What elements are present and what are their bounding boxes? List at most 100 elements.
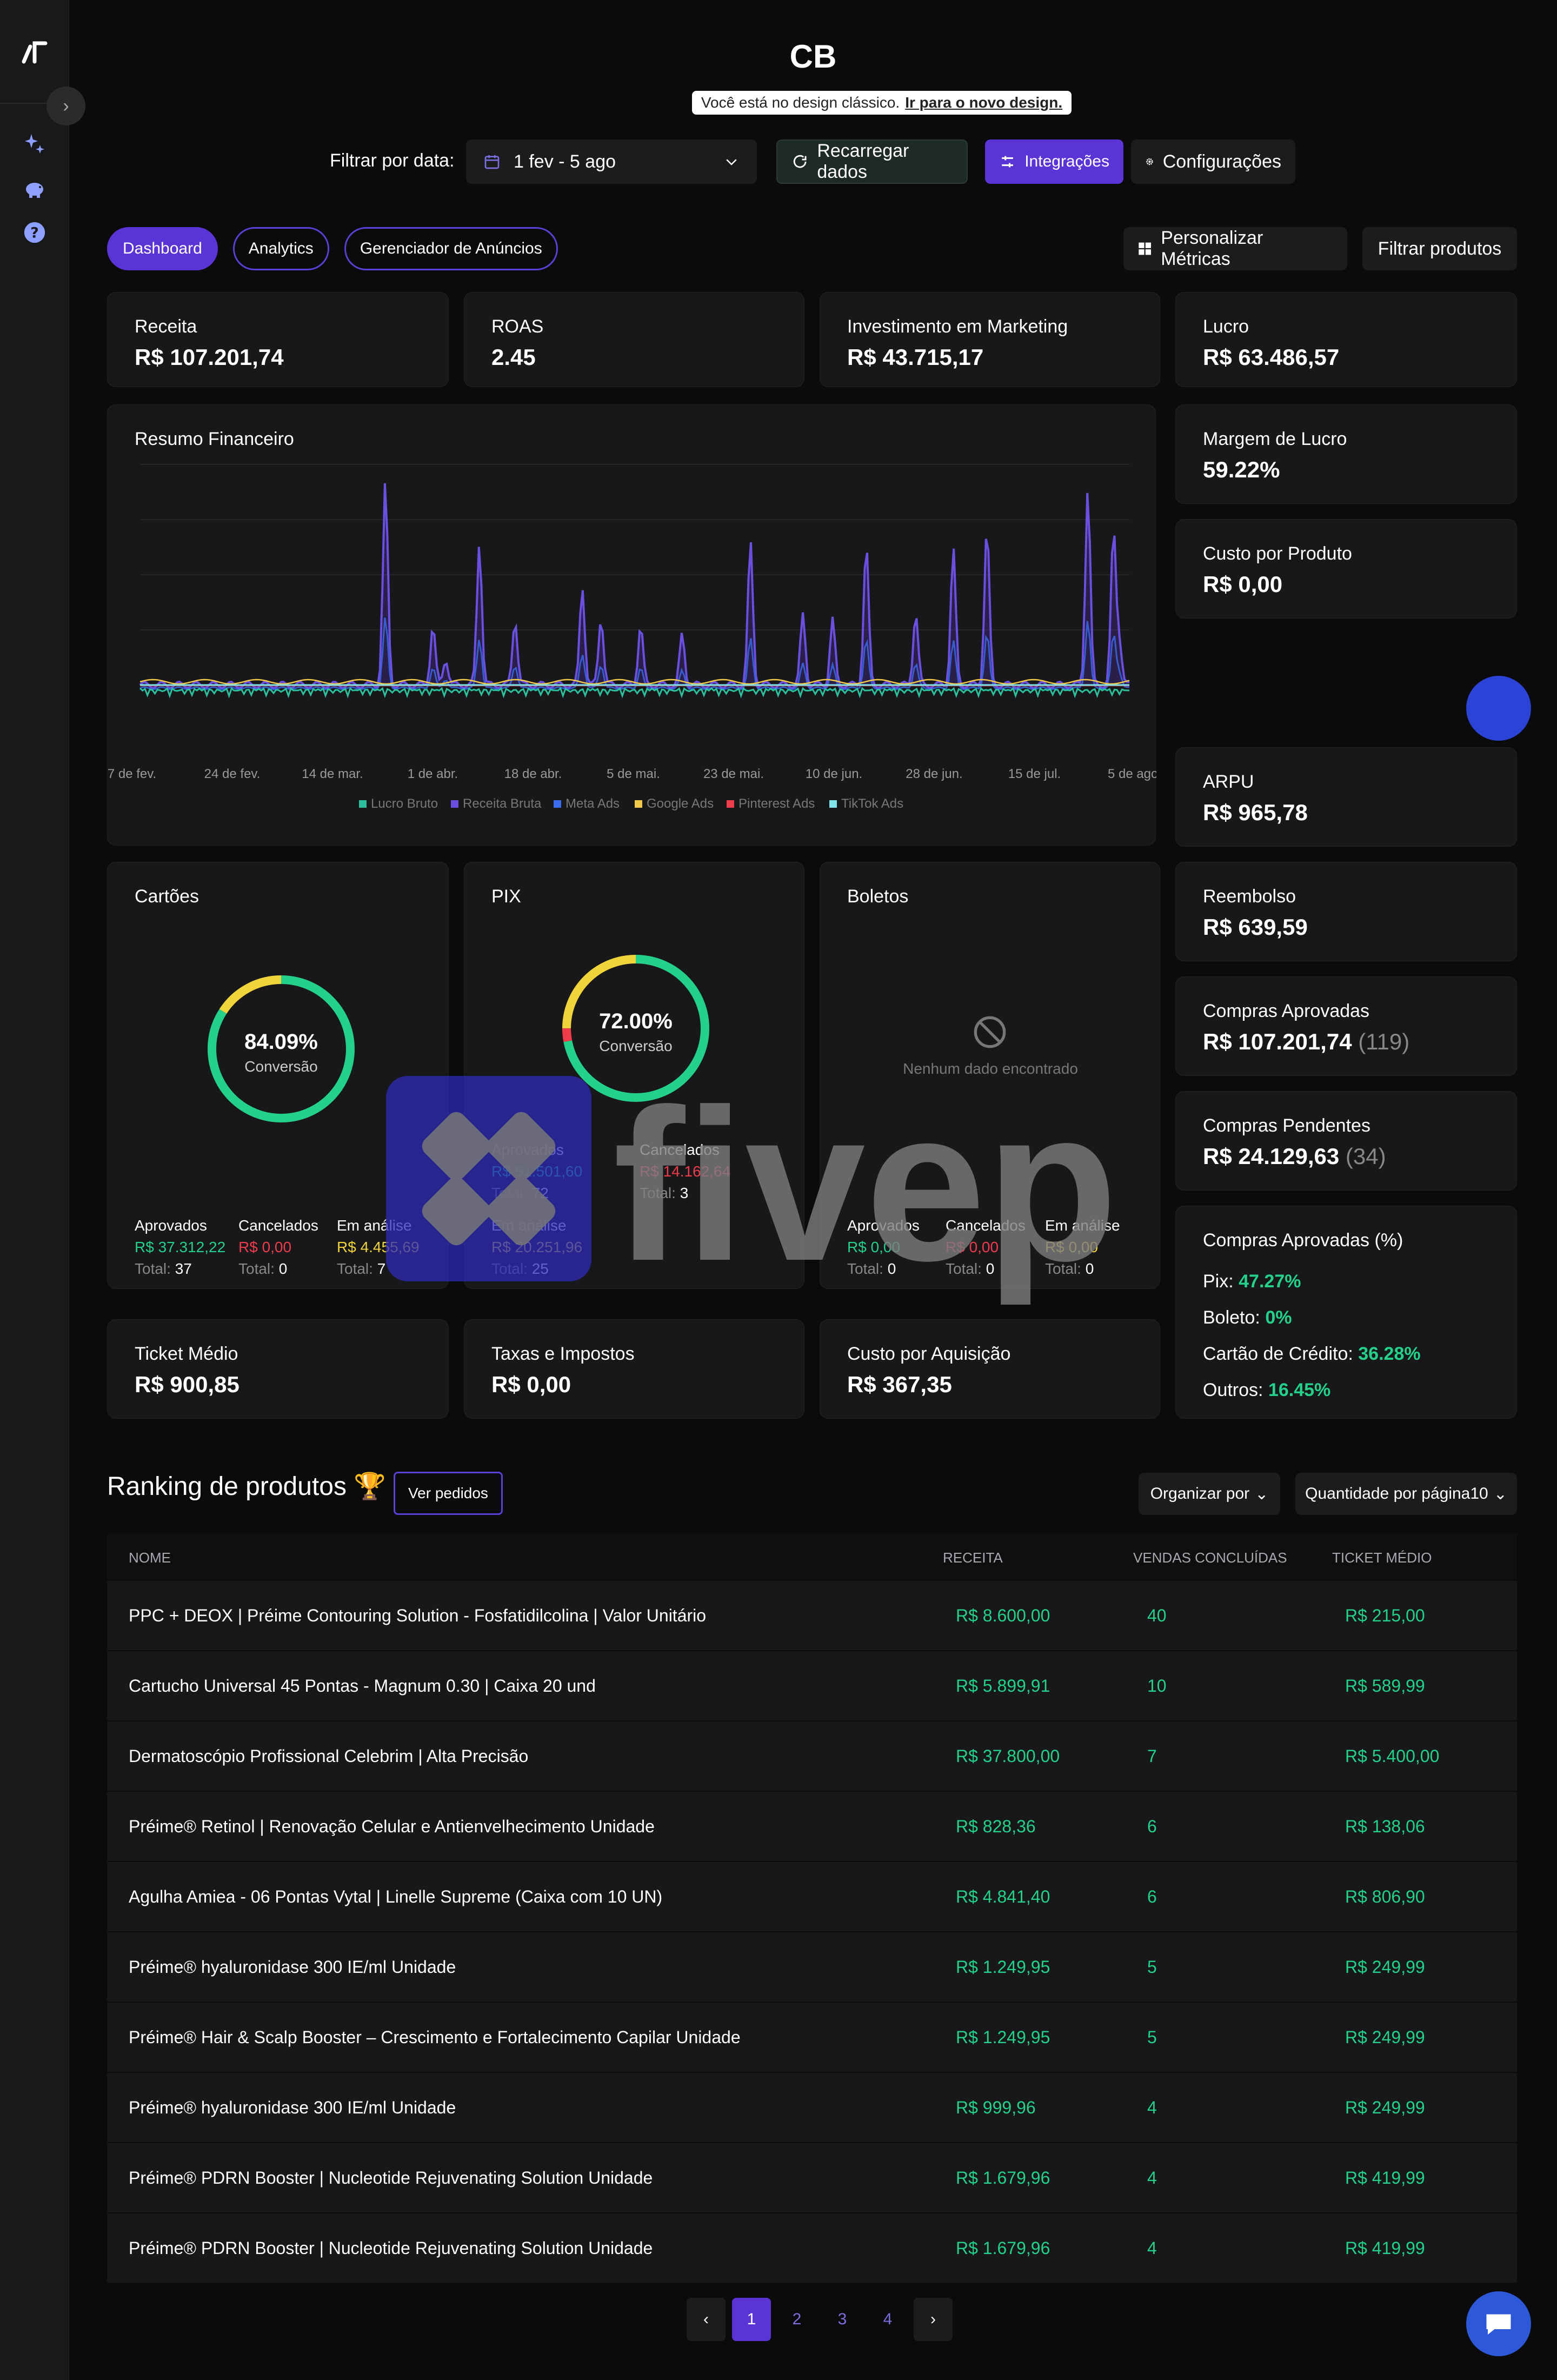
main-content: CB Você está no design clássico. Ir para… <box>69 0 1557 2380</box>
integrations-button[interactable]: Integrações <box>985 139 1123 184</box>
reload-data-button[interactable]: Recarregar dados <box>776 139 968 184</box>
product-ticket: R$ 215,00 <box>1345 1606 1425 1625</box>
next-page-button[interactable]: › <box>914 2298 953 2341</box>
product-name: Préime® Hair & Scalp Booster – Crescimen… <box>129 2027 741 2047</box>
product-revenue: R$ 828,36 <box>956 1817 1036 1836</box>
legend-label: Meta Ads <box>565 796 620 811</box>
pendentes-label: Compras Pendentes <box>1203 1115 1370 1136</box>
col-nome: NOME <box>129 1550 171 1566</box>
pix-cancel: Cancelados R$ 14.162,64 Total: 3 <box>640 1139 730 1204</box>
boletos-analysis-label: Em análise <box>1045 1217 1120 1234</box>
prev-page-button[interactable]: ‹ <box>687 2298 726 2341</box>
product-revenue: R$ 1.249,95 <box>956 1957 1050 1977</box>
card-receita: Receita R$ 107.201,74 <box>107 292 449 387</box>
pix-analysis-value: R$ 20.251,96 <box>491 1239 583 1255</box>
card-cac: Custo por Aquisição R$ 367,35 <box>820 1319 1160 1419</box>
card-boletos: Boletos Nenhum dado encontrado Aprovados… <box>820 862 1160 1289</box>
app-logo-icon[interactable] <box>19 38 50 68</box>
product-sales: 6 <box>1147 1887 1157 1906</box>
cac-value: R$ 367,35 <box>847 1372 952 1397</box>
sort-select[interactable]: Organizar por ⌄ <box>1139 1473 1280 1515</box>
receita-label: Receita <box>135 316 197 337</box>
card-aprovadas-percent: Compras Aprovadas (%) Pix: 47.27% Boleto… <box>1175 1206 1517 1419</box>
pix-analysis: Em análise R$ 20.251,96 Total: 25 <box>491 1215 582 1280</box>
product-sales: 7 <box>1147 1746 1157 1766</box>
product-sales: 10 <box>1147 1676 1167 1696</box>
legend-swatch <box>554 800 561 808</box>
taxas-value: R$ 0,00 <box>491 1372 571 1397</box>
page-3-button[interactable]: 3 <box>823 2298 862 2341</box>
product-revenue: R$ 1.679,96 <box>956 2168 1050 2188</box>
view-tabs: Dashboard Analytics Gerenciador de Anúnc… <box>107 227 558 270</box>
sidebar: ? <box>0 0 69 2380</box>
aprovadas-pct-list: Pix: 47.27% Boleto: 0% Cartão de Crédito… <box>1203 1264 1421 1408</box>
tab-analytics[interactable]: Analytics <box>232 227 329 270</box>
table-row[interactable]: Préime® hyaluronidase 300 IE/ml Unidade R… <box>107 2072 1517 2142</box>
card-roas: ROAS 2.45 <box>464 292 804 387</box>
col-vendas: VENDAS CONCLUÍDAS <box>1133 1550 1287 1566</box>
product-name: Préime® Retinol | Renovação Celular e An… <box>129 1817 655 1836</box>
new-design-link[interactable]: Ir para o novo design. <box>905 94 1062 111</box>
ticket-label: Ticket Médio <box>135 1344 238 1364</box>
pix-pct: 72.00% <box>599 1009 673 1033</box>
cartoes-title: Cartões <box>135 886 199 907</box>
custo-produto-value: R$ 0,00 <box>1203 571 1283 597</box>
legend-label: Lucro Bruto <box>371 796 438 811</box>
date-range-picker[interactable]: 1 fev - 5 ago <box>466 139 757 184</box>
chevron-down-icon: ⌄ <box>1493 1485 1507 1503</box>
product-sales: 5 <box>1147 2027 1157 2047</box>
table-row[interactable]: Préime® Hair & Scalp Booster – Crescimen… <box>107 2002 1517 2072</box>
settings-button[interactable]: Configurações <box>1131 139 1295 184</box>
help-icon[interactable]: ? <box>21 218 49 247</box>
product-name: Agulha Amiea - 06 Pontas Vytal | Linelle… <box>129 1887 663 1906</box>
table-row[interactable]: Cartucho Universal 45 Pontas - Magnum 0.… <box>107 1650 1517 1720</box>
pix-cancel-value: R$ 14.162,64 <box>640 1163 731 1180</box>
table-row[interactable]: Préime® PDRN Booster | Nucleotide Rejuve… <box>107 2212 1517 2283</box>
floating-action-button[interactable] <box>1466 676 1531 741</box>
margem-label: Margem de Lucro <box>1203 429 1347 449</box>
product-ticket: R$ 589,99 <box>1345 1676 1425 1696</box>
card-compras-aprovadas: Compras Aprovadas R$ 107.201,74 (119) <box>1175 976 1517 1076</box>
tab-ads-manager[interactable]: Gerenciador de Anúncios <box>344 227 558 270</box>
product-ticket: R$ 249,99 <box>1345 1957 1425 1977</box>
financial-chart: 7 de fev. 24 de fev. 14 de mar. 1 de abr. 18… <box>108 464 1156 811</box>
page-2-button[interactable]: 2 <box>777 2298 816 2341</box>
sparkles-icon[interactable] <box>21 130 49 158</box>
view-orders-button[interactable]: Ver pedidos <box>394 1472 503 1515</box>
cartoes-approved-total: 37 <box>175 1260 192 1277</box>
piggy-bank-icon[interactable] <box>21 174 49 202</box>
table-row[interactable]: Préime® PDRN Booster | Nucleotide Rejuve… <box>107 2142 1517 2212</box>
customize-metrics-button[interactable]: Personalizar Métricas <box>1123 227 1347 270</box>
table-row[interactable]: Agulha Amiea - 06 Pontas Vytal | Linelle… <box>107 1861 1517 1931</box>
pendentes-amount: R$ 24.129,63 <box>1203 1144 1340 1169</box>
pct-boleto-row: Boleto: 0% <box>1203 1300 1421 1336</box>
x-tick-label: 1 de abr. <box>408 767 458 781</box>
tab-dashboard[interactable]: Dashboard <box>107 227 218 270</box>
table-row[interactable]: Dermatoscópio Profissional Celebrim | Al… <box>107 1720 1517 1791</box>
table-row[interactable]: Préime® Retinol | Renovação Celular e An… <box>107 1791 1517 1861</box>
arpu-value: R$ 965,78 <box>1203 800 1308 825</box>
chat-button[interactable] <box>1466 2291 1531 2356</box>
product-ticket: R$ 249,99 <box>1345 2027 1425 2047</box>
pendentes-value: R$ 24.129,63 (34) <box>1203 1144 1386 1169</box>
investimento-value: R$ 43.715,17 <box>847 344 984 370</box>
table-row[interactable]: Préime® hyaluronidase 300 IE/ml Unidade R… <box>107 1931 1517 2002</box>
boletos-approved-value: R$ 0,00 <box>847 1239 901 1255</box>
table-row[interactable]: PPC + DEOX | Préime Contouring Solution … <box>107 1580 1517 1650</box>
product-ticket: R$ 138,06 <box>1345 1817 1425 1836</box>
pct-cartao-row: Cartão de Crédito: 36.28% <box>1203 1336 1421 1372</box>
cartoes-analysis-total: 7 <box>377 1260 386 1277</box>
page-4-button[interactable]: 4 <box>868 2298 907 2341</box>
gear-icon <box>1146 158 1153 165</box>
pix-approved-value: R$ 51.501,60 <box>491 1163 583 1180</box>
settings-label: Configurações <box>1162 151 1281 172</box>
legend-label: TikTok Ads <box>841 796 903 811</box>
per-page-select[interactable]: Quantidade por página10 ⌄ <box>1295 1473 1517 1515</box>
product-sales: 40 <box>1147 1606 1167 1625</box>
filter-products-button[interactable]: Filtrar produtos <box>1362 227 1517 270</box>
pct-pix-row: Pix: 47.27% <box>1203 1264 1421 1300</box>
page-1-button[interactable]: 1 <box>732 2298 771 2341</box>
refresh-icon <box>793 155 807 168</box>
boletos-empty-text: Nenhum dado encontrado <box>903 1060 1078 1077</box>
boletos-analysis: Em análise R$ 0,00 Total: 0 <box>1045 1215 1120 1280</box>
